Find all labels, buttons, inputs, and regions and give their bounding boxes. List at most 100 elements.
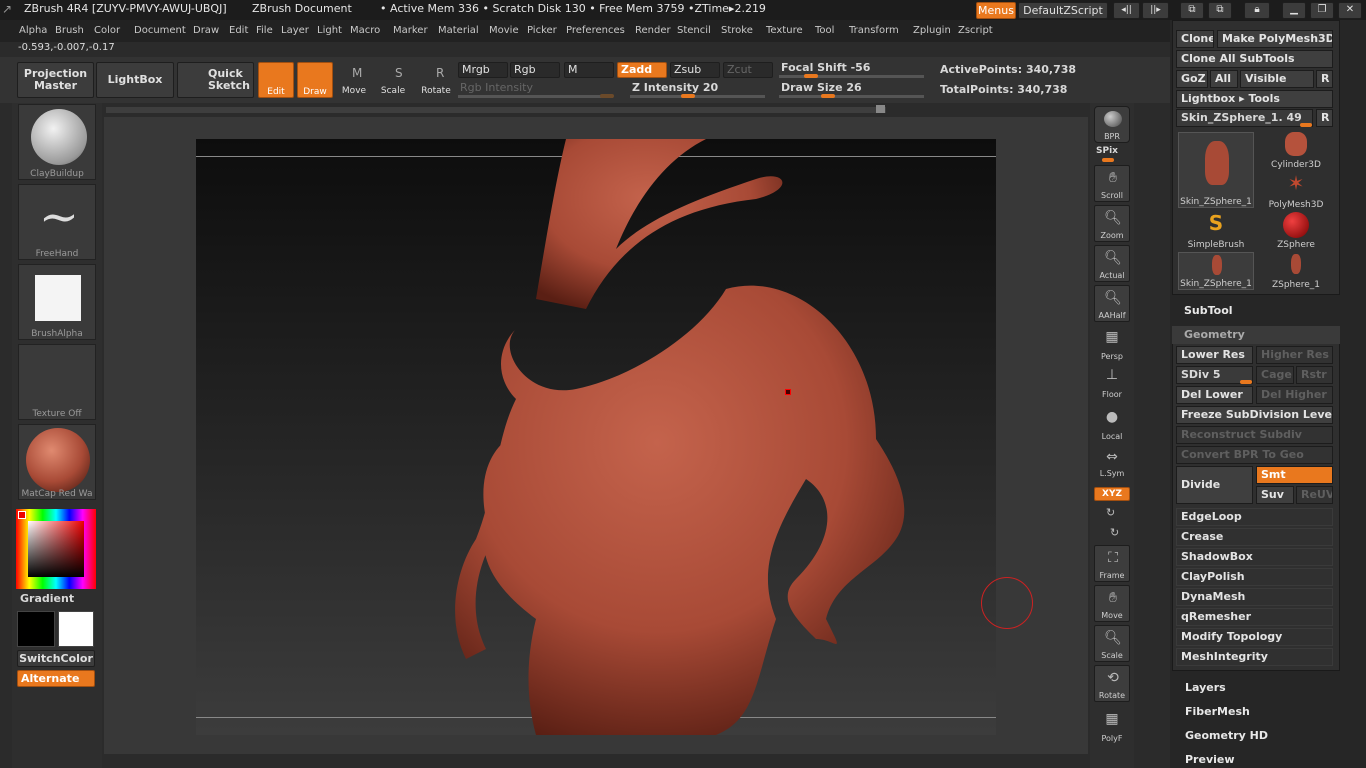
preview-section[interactable]: Preview — [1185, 753, 1235, 766]
maximize-icon[interactable]: ❐ — [1310, 2, 1334, 19]
document-canvas[interactable] — [196, 139, 996, 735]
move-view-button[interactable]: ✋︎ Move — [1094, 585, 1130, 622]
menu-render[interactable]: Render — [635, 25, 671, 36]
tool-r-button[interactable]: R — [1316, 109, 1333, 127]
crease-section[interactable]: Crease — [1176, 528, 1333, 546]
convert-bpr-button[interactable]: Convert BPR To Geo — [1176, 446, 1333, 464]
focal-shift-knob[interactable] — [804, 74, 818, 78]
bpr-button[interactable]: BPR — [1094, 106, 1130, 143]
menu-material[interactable]: Material — [438, 25, 479, 36]
menu-preferences[interactable]: Preferences — [566, 25, 625, 36]
meshintegrity-section[interactable]: MeshIntegrity — [1176, 648, 1333, 666]
scale-button[interactable]: Scale — [377, 62, 409, 98]
menu-light[interactable]: Light — [317, 25, 342, 36]
current-tool-knob[interactable] — [1300, 123, 1312, 127]
menu-tool[interactable]: Tool — [815, 25, 834, 36]
menu-edit[interactable]: Edit — [229, 25, 248, 36]
claypolish-section[interactable]: ClayPolish — [1176, 568, 1333, 586]
tool-thumb-cylinder3d[interactable]: Cylinder3D — [1258, 132, 1334, 170]
zsub-button[interactable]: Zsub — [670, 62, 720, 78]
scale-view-button[interactable]: 🔍︎ Scale — [1094, 625, 1130, 662]
suv-toggle[interactable]: Suv — [1256, 486, 1294, 504]
menu-alpha[interactable]: Alpha — [19, 25, 47, 36]
shadowbox-section[interactable]: ShadowBox — [1176, 548, 1333, 566]
polyf-button[interactable]: ▦ PolyF — [1094, 707, 1130, 744]
fibermesh-section[interactable]: FiberMesh — [1185, 705, 1250, 718]
next-layout-icon[interactable]: ||▸ — [1142, 2, 1169, 19]
menu-macro[interactable]: Macro — [350, 25, 380, 36]
draw-button[interactable]: Draw — [297, 62, 333, 98]
tool-thumb-polymesh3d[interactable]: ✶ PolyMesh3D — [1258, 172, 1334, 210]
scroll-button[interactable]: ✋︎ Scroll — [1094, 165, 1130, 202]
menu-transform[interactable]: Transform — [849, 25, 899, 36]
zcut-button[interactable]: Zcut — [723, 62, 773, 78]
draw-size-knob[interactable] — [821, 94, 835, 98]
close-icon[interactable]: ✕ — [1338, 2, 1362, 19]
subtool-section[interactable]: SubTool — [1184, 304, 1233, 317]
menu-texture[interactable]: Texture — [766, 25, 803, 36]
layers-section[interactable]: Layers — [1185, 681, 1226, 694]
tool-thumb-simplebrush[interactable]: S SimpleBrush — [1178, 212, 1254, 250]
gradient-label[interactable]: Gradient — [20, 592, 74, 605]
projection-master-button[interactable]: Projection Master — [17, 62, 94, 98]
prev-layout-icon[interactable]: ◂|| — [1113, 2, 1140, 19]
primary-color-swatch[interactable] — [58, 611, 94, 647]
minimize-icon[interactable]: ▁ — [1282, 2, 1306, 19]
m-button[interactable]: M — [564, 62, 614, 78]
smt-toggle[interactable]: Smt — [1256, 466, 1333, 484]
menus-button[interactable]: Menus — [976, 2, 1016, 19]
higher-res-button[interactable]: Higher Res — [1256, 346, 1333, 364]
rgb-intensity-slider[interactable]: Rgb Intensity — [460, 81, 533, 94]
make-polymesh-button[interactable]: Make PolyMesh3D — [1217, 30, 1333, 48]
mrgb-button[interactable]: Mrgb — [458, 62, 508, 78]
draw-size-slider[interactable]: Draw Size 26 — [781, 81, 862, 94]
menu-zplugin[interactable]: Zplugin — [913, 25, 951, 36]
dynamesh-section[interactable]: DynaMesh — [1176, 588, 1333, 606]
menu-document[interactable]: Document — [134, 25, 186, 36]
geometry-header[interactable]: Geometry — [1172, 326, 1340, 344]
quick-sketch-button[interactable]: Quick Sketch — [177, 62, 254, 98]
menu-brush[interactable]: Brush — [55, 25, 84, 36]
goz-r-button[interactable]: R — [1316, 70, 1333, 88]
tool-thumb-skin-zsphere-2[interactable]: Skin_ZSphere_1 — [1178, 252, 1254, 290]
zadd-button[interactable]: Zadd — [617, 62, 667, 78]
alpha-picker[interactable]: BrushAlpha — [18, 264, 96, 340]
menu-marker[interactable]: Marker — [393, 25, 428, 36]
persp-button[interactable]: ▦ Persp — [1094, 325, 1130, 362]
menu-stroke[interactable]: Stroke — [721, 25, 753, 36]
z-intensity-knob[interactable] — [681, 94, 695, 98]
reuv-button[interactable]: ReUV — [1296, 486, 1333, 504]
lock-icon[interactable]: 🔒︎ — [1244, 2, 1270, 19]
brush-picker[interactable]: ClayBuildup — [18, 104, 96, 180]
color-square[interactable] — [28, 521, 84, 577]
actual-button[interactable]: 🔍︎ Actual — [1094, 245, 1130, 282]
tool-thumb-skin-zsphere[interactable]: Skin_ZSphere_1 — [1178, 132, 1254, 208]
menu-stencil[interactable]: Stencil — [677, 25, 711, 36]
zoom-button[interactable]: 🔍︎ Zoom — [1094, 205, 1130, 242]
material-picker[interactable]: MatCap Red Wa — [18, 424, 96, 500]
sdiv-knob[interactable] — [1240, 380, 1252, 384]
z-intensity-slider[interactable]: Z Intensity 20 — [632, 81, 718, 94]
cage-button[interactable]: Cage — [1256, 366, 1294, 384]
aahalf-button[interactable]: 🔍︎ AAHalf — [1094, 285, 1130, 322]
spix-knob[interactable] — [1102, 158, 1114, 162]
switch-color-button[interactable]: SwitchColor — [17, 650, 95, 667]
rstr-button[interactable]: Rstr — [1296, 366, 1333, 384]
edit-button[interactable]: Edit — [258, 62, 294, 98]
texture-picker[interactable]: Texture Off — [18, 344, 96, 420]
rotate-z-icon[interactable]: ↻ — [1110, 526, 1119, 539]
menu-zscript[interactable]: Zscript — [958, 25, 993, 36]
rotate-view-button[interactable]: ⟲ Rotate — [1094, 665, 1130, 702]
secondary-color-swatch[interactable] — [17, 611, 55, 647]
alternate-button[interactable]: Alternate — [17, 670, 95, 687]
qremesher-section[interactable]: qRemesher — [1176, 608, 1333, 626]
scrollbar-handle[interactable] — [876, 105, 885, 113]
geometry-hd-section[interactable]: Geometry HD — [1185, 729, 1268, 742]
stroke-picker[interactable]: ~ FreeHand — [18, 184, 96, 260]
rgb-button[interactable]: Rgb — [510, 62, 560, 78]
frame-button[interactable]: ⛶ Frame — [1094, 545, 1130, 582]
menu-layer[interactable]: Layer — [281, 25, 309, 36]
z-intensity-track[interactable] — [630, 95, 765, 98]
lightbox-button[interactable]: LightBox — [96, 62, 174, 98]
focal-shift-slider[interactable]: Focal Shift -56 — [781, 61, 870, 74]
